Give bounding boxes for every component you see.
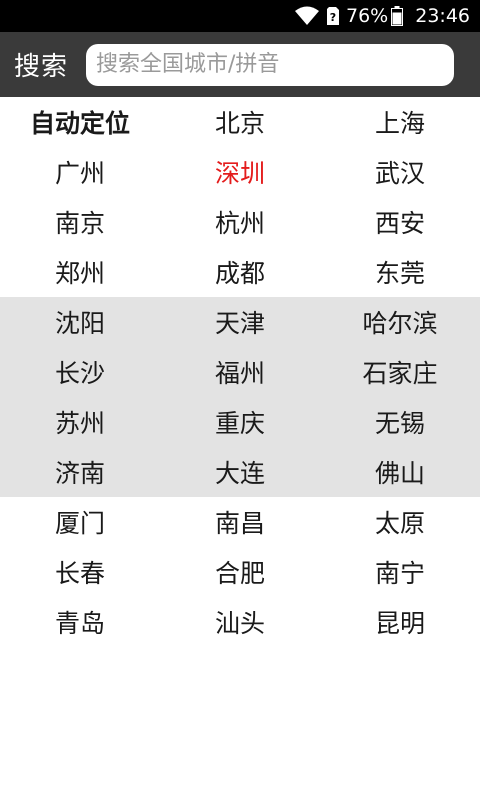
city-grid: 自动定位 北京 上海 广州 深圳 武汉 南京 杭州 西安 郑州 成都 东莞 沈阳 天津 哈尔滨 长沙 福州 石家庄… bbox=[0, 97, 480, 647]
sim-alert-icon: ? bbox=[326, 6, 340, 26]
city-item[interactable]: 青岛 bbox=[0, 604, 160, 640]
city-item[interactable]: 南宁 bbox=[320, 554, 480, 590]
city-row: 郑州 成都 东莞 bbox=[0, 247, 480, 297]
battery-icon bbox=[391, 6, 404, 26]
city-row: 沈阳 天津 哈尔滨 bbox=[0, 297, 480, 347]
city-item[interactable]: 大连 bbox=[160, 454, 320, 490]
city-item[interactable]: 沈阳 bbox=[0, 304, 160, 340]
city-item[interactable]: 苏州 bbox=[0, 404, 160, 440]
search-bar: 搜索 bbox=[0, 32, 480, 97]
city-row: 长沙 福州 石家庄 bbox=[0, 347, 480, 397]
city-item[interactable]: 太原 bbox=[320, 504, 480, 540]
city-item[interactable]: 哈尔滨 bbox=[320, 304, 480, 340]
svg-text:?: ? bbox=[330, 11, 336, 24]
city-item[interactable]: 南京 bbox=[0, 204, 160, 240]
city-item[interactable]: 武汉 bbox=[320, 154, 480, 190]
city-item[interactable]: 长春 bbox=[0, 554, 160, 590]
city-item[interactable]: 无锡 bbox=[320, 404, 480, 440]
city-item[interactable]: 长沙 bbox=[0, 354, 160, 390]
city-row: 厦门 南昌 太原 bbox=[0, 497, 480, 547]
city-item[interactable]: 杭州 bbox=[160, 204, 320, 240]
city-item[interactable]: 东莞 bbox=[320, 254, 480, 290]
city-item[interactable]: 重庆 bbox=[160, 404, 320, 440]
city-row: 苏州 重庆 无锡 bbox=[0, 397, 480, 447]
status-bar: ? 76% 23:46 bbox=[0, 0, 480, 32]
city-item[interactable]: 福州 bbox=[160, 354, 320, 390]
city-item[interactable]: 成都 bbox=[160, 254, 320, 290]
city-row: 青岛 汕头 昆明 bbox=[0, 597, 480, 647]
city-item[interactable]: 北京 bbox=[160, 104, 320, 140]
battery-percent: 76% bbox=[346, 5, 389, 27]
city-item[interactable]: 佛山 bbox=[320, 454, 480, 490]
city-item[interactable]: 石家庄 bbox=[320, 354, 480, 390]
city-item[interactable]: 厦门 bbox=[0, 504, 160, 540]
auto-locate-item[interactable]: 自动定位 bbox=[0, 104, 160, 140]
city-item-selected[interactable]: 深圳 bbox=[160, 154, 320, 190]
city-item[interactable]: 昆明 bbox=[320, 604, 480, 640]
city-item[interactable]: 上海 bbox=[320, 104, 480, 140]
city-row: 自动定位 北京 上海 bbox=[0, 97, 480, 147]
city-item[interactable]: 南昌 bbox=[160, 504, 320, 540]
city-item[interactable]: 合肥 bbox=[160, 554, 320, 590]
city-row: 长春 合肥 南宁 bbox=[0, 547, 480, 597]
city-row: 济南 大连 佛山 bbox=[0, 447, 480, 497]
clock: 23:46 bbox=[415, 5, 470, 27]
search-label: 搜索 bbox=[14, 52, 69, 82]
city-item[interactable]: 汕头 bbox=[160, 604, 320, 640]
city-item[interactable]: 天津 bbox=[160, 304, 320, 340]
city-row: 广州 深圳 武汉 bbox=[0, 147, 480, 197]
city-item[interactable]: 济南 bbox=[0, 454, 160, 490]
city-item[interactable]: 广州 bbox=[0, 154, 160, 190]
city-item[interactable]: 西安 bbox=[320, 204, 480, 240]
city-row: 南京 杭州 西安 bbox=[0, 197, 480, 247]
wifi-icon bbox=[294, 6, 320, 26]
city-item[interactable]: 郑州 bbox=[0, 254, 160, 290]
search-input[interactable] bbox=[86, 43, 454, 86]
